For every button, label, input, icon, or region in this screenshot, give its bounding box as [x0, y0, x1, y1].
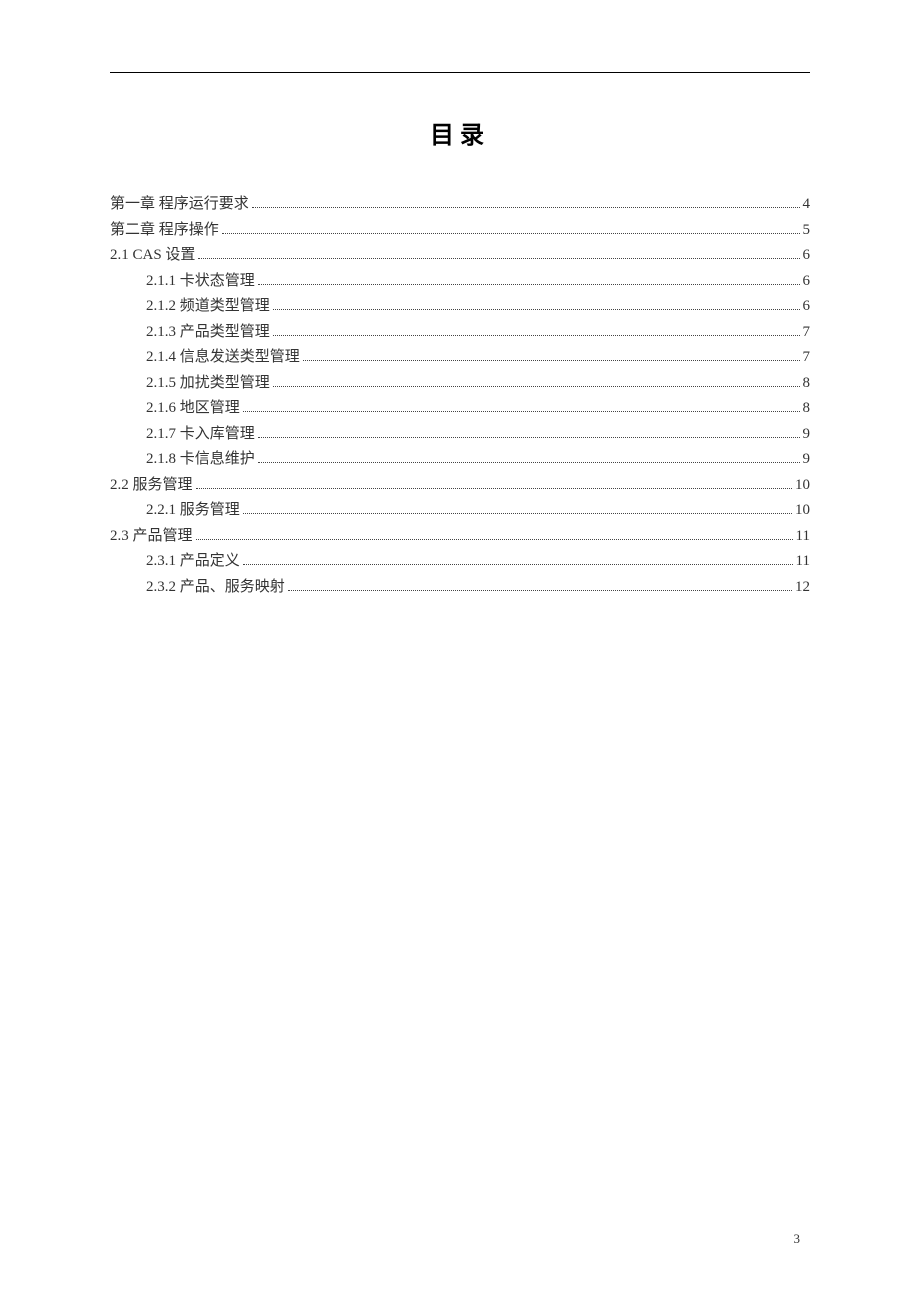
toc-entry-page: 8	[803, 396, 811, 422]
toc-leader-dots	[273, 309, 800, 310]
toc-entry-label: 2.3.2 产品、服务映射	[146, 575, 285, 601]
toc-entry-page: 11	[796, 549, 810, 575]
toc-leader-dots	[273, 386, 800, 387]
toc-entry: 2.3.1 产品定义 11	[110, 549, 810, 575]
toc-entry-label: 2.1.1 卡状态管理	[146, 269, 255, 295]
toc-entry: 2.1.4 信息发送类型管理 7	[110, 345, 810, 371]
toc-entry: 第一章 程序运行要求 4	[110, 192, 810, 218]
toc-leader-dots	[222, 233, 800, 234]
toc-entry-page: 11	[796, 524, 810, 550]
toc-entry-label: 2.2 服务管理	[110, 473, 193, 499]
toc-entry: 2.3.2 产品、服务映射 12	[110, 575, 810, 601]
toc-entry-label: 2.3 产品管理	[110, 524, 193, 550]
toc-entry-label: 2.1.7 卡入库管理	[146, 422, 255, 448]
toc-leader-dots	[288, 590, 792, 591]
toc-entry: 2.1.3 产品类型管理 7	[110, 320, 810, 346]
toc-entry-label: 2.1.2 频道类型管理	[146, 294, 270, 320]
toc-entry: 2.3 产品管理 11	[110, 524, 810, 550]
toc-entry: 2.2 服务管理 10	[110, 473, 810, 499]
toc-entry: 2.1.6 地区管理 8	[110, 396, 810, 422]
toc-entry-label: 2.3.1 产品定义	[146, 549, 240, 575]
toc-entry-label: 第一章 程序运行要求	[110, 192, 249, 218]
toc-entry: 2.1.5 加扰类型管理 8	[110, 371, 810, 397]
toc-entry: 2.1.7 卡入库管理 9	[110, 422, 810, 448]
toc-entry-page: 7	[803, 345, 811, 371]
toc-entry-label: 2.1 CAS 设置	[110, 243, 195, 269]
toc-entry-page: 12	[795, 575, 810, 601]
toc-entry-page: 10	[795, 473, 810, 499]
toc-leader-dots	[252, 207, 800, 208]
toc-leader-dots	[196, 539, 793, 540]
toc-entry: 2.1 CAS 设置 6	[110, 243, 810, 269]
toc-entry-label: 2.2.1 服务管理	[146, 498, 240, 524]
table-of-contents: 第一章 程序运行要求4第二章 程序操作52.1 CAS 设置62.1.1 卡状态…	[110, 192, 810, 600]
toc-entry-page: 8	[803, 371, 811, 397]
toc-leader-dots	[273, 335, 800, 336]
toc-entry: 第二章 程序操作 5	[110, 218, 810, 244]
toc-entry-label: 2.1.3 产品类型管理	[146, 320, 270, 346]
toc-leader-dots	[243, 513, 792, 514]
toc-entry-page: 6	[803, 243, 811, 269]
toc-entry-page: 5	[803, 218, 811, 244]
toc-entry: 2.1.8 卡信息维护 9	[110, 447, 810, 473]
toc-leader-dots	[258, 462, 800, 463]
toc-entry: 2.2.1 服务管理 10	[110, 498, 810, 524]
toc-leader-dots	[243, 411, 800, 412]
toc-leader-dots	[258, 284, 800, 285]
toc-entry: 2.1.1 卡状态管理 6	[110, 269, 810, 295]
toc-leader-dots	[243, 564, 793, 565]
toc-entry-page: 9	[803, 447, 811, 473]
document-page: 目录 第一章 程序运行要求4第二章 程序操作52.1 CAS 设置62.1.1 …	[0, 0, 920, 1302]
toc-entry-label: 2.1.6 地区管理	[146, 396, 240, 422]
page-number: 3	[794, 1231, 801, 1247]
toc-entry-label: 2.1.5 加扰类型管理	[146, 371, 270, 397]
toc-entry-page: 6	[803, 269, 811, 295]
toc-entry: 2.1.2 频道类型管理 6	[110, 294, 810, 320]
toc-leader-dots	[198, 258, 799, 259]
toc-entry-page: 6	[803, 294, 811, 320]
toc-entry-page: 10	[795, 498, 810, 524]
toc-entry-label: 2.1.4 信息发送类型管理	[146, 345, 300, 371]
toc-entry-page: 7	[803, 320, 811, 346]
toc-entry-label: 第二章 程序操作	[110, 218, 219, 244]
toc-leader-dots	[258, 437, 800, 438]
toc-entry-page: 9	[803, 422, 811, 448]
toc-leader-dots	[196, 488, 792, 489]
header-rule	[110, 72, 810, 73]
toc-leader-dots	[303, 360, 800, 361]
toc-entry-label: 2.1.8 卡信息维护	[146, 447, 255, 473]
toc-entry-page: 4	[803, 192, 811, 218]
toc-title: 目录	[110, 115, 810, 150]
